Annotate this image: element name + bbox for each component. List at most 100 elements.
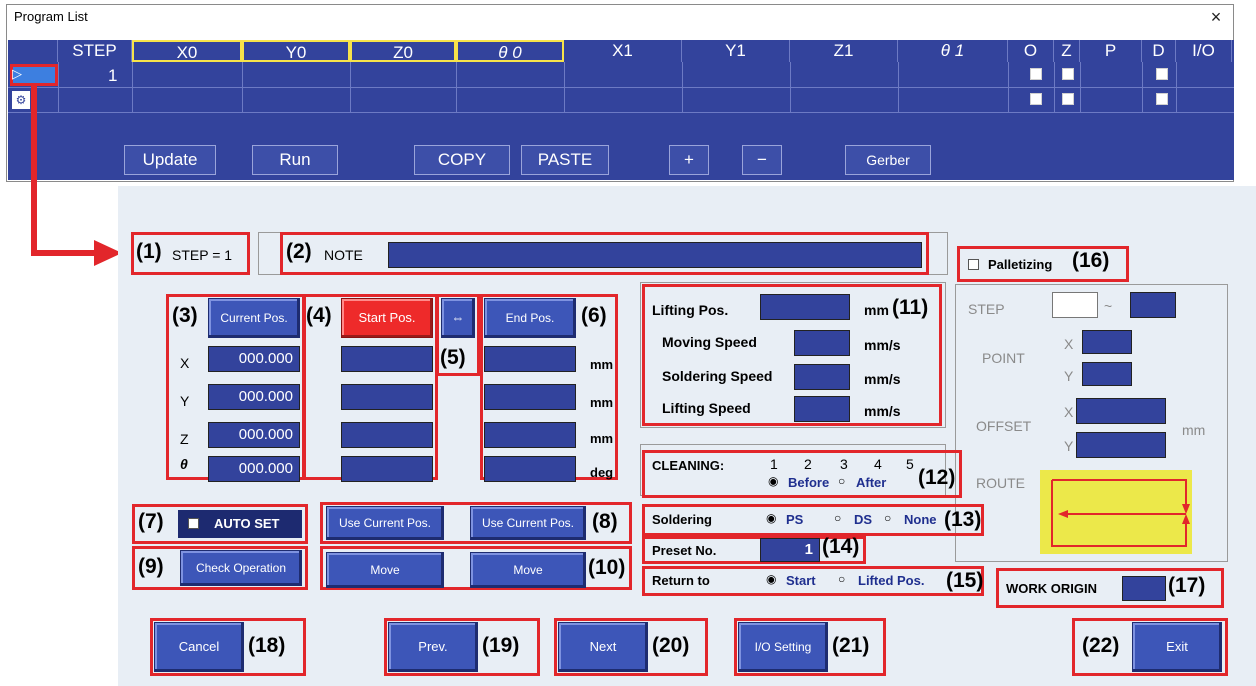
auto-set-checkbox[interactable] (188, 518, 199, 529)
lifting-pos-unit: mm (864, 302, 889, 318)
row-1-o-checkbox[interactable] (1030, 68, 1042, 80)
col-d[interactable]: D (1142, 40, 1176, 62)
pal-step-to-input[interactable] (1130, 292, 1176, 318)
close-icon[interactable]: × (1206, 7, 1226, 27)
cleaning-before-label: Before (788, 475, 830, 490)
add-step-button[interactable]: + (669, 145, 709, 175)
paste-button[interactable]: PASTE (521, 145, 609, 175)
return-lifted-label: Lifted Pos. (858, 573, 925, 588)
preset-input[interactable]: 1 (760, 538, 820, 562)
end-theta-input[interactable] (484, 456, 576, 482)
cleaning-num-1[interactable]: 1 (770, 456, 778, 472)
pal-point-y-input[interactable] (1082, 362, 1132, 386)
current-y-value: 000.000 (208, 384, 300, 410)
start-pos-button[interactable]: Start Pos. (341, 298, 433, 338)
row-divider (8, 87, 1234, 88)
moving-speed-input[interactable] (794, 330, 850, 356)
palletizing-checkbox[interactable] (968, 259, 979, 270)
check-operation-button[interactable]: Check Operation (180, 550, 302, 586)
radio-before-icon[interactable]: ◉ (768, 474, 778, 488)
col-divider (1176, 62, 1177, 112)
cleaning-label: CLEANING: (652, 458, 725, 473)
row-2-z-checkbox[interactable] (1062, 93, 1074, 105)
start-z-input[interactable] (341, 422, 433, 448)
col-theta1[interactable]: θ 1 (898, 40, 1008, 62)
remove-step-button[interactable]: − (742, 145, 782, 175)
callout-12: (12) (918, 466, 956, 489)
copy-button[interactable]: COPY (414, 145, 510, 175)
current-pos-button[interactable]: Current Pos. (208, 298, 300, 338)
col-io[interactable]: I/O (1176, 40, 1232, 62)
radio-start-icon[interactable]: ◉ (766, 572, 776, 586)
row-1-d-checkbox[interactable] (1156, 68, 1168, 80)
start-y-input[interactable] (341, 384, 433, 410)
end-x-input[interactable] (484, 346, 576, 372)
current-z-value: 000.000 (208, 422, 300, 448)
soldering-speed-input[interactable] (794, 364, 850, 390)
pal-offset-x-input[interactable] (1076, 398, 1166, 424)
pal-step-from-input[interactable] (1052, 292, 1098, 318)
soldering-speed-label: Soldering Speed (662, 368, 773, 384)
cleaning-num-4[interactable]: 4 (874, 456, 882, 472)
col-x1[interactable]: X1 (564, 40, 682, 62)
end-pos-button[interactable]: End Pos. (484, 298, 576, 338)
route-zigzag-icon (1051, 479, 1190, 547)
swap-button[interactable]: ⇔ (441, 298, 475, 338)
io-setting-button[interactable]: I/O Setting (738, 622, 828, 672)
radio-lifted-icon[interactable]: ○ (838, 572, 845, 586)
callout-18: (18) (248, 634, 286, 657)
soldering-speed-unit: mm/s (864, 371, 901, 387)
pal-offset-y-input[interactable] (1076, 432, 1166, 458)
col-o[interactable]: O (1008, 40, 1054, 62)
lifting-speed-input[interactable] (794, 396, 850, 422)
radio-ds-icon[interactable]: ○ (834, 511, 841, 525)
pal-offset-unit: mm (1182, 422, 1206, 438)
prev-button[interactable]: Prev. (388, 622, 478, 672)
col-z[interactable]: Z (1054, 40, 1080, 62)
soldering-none-label: None (904, 512, 937, 527)
col-theta0[interactable]: θ 0 (456, 40, 564, 62)
col-p[interactable]: P (1080, 40, 1142, 62)
cleaning-num-5[interactable]: 5 (906, 456, 914, 472)
row-1-z-checkbox[interactable] (1062, 68, 1074, 80)
row-2-d-checkbox[interactable] (1156, 93, 1168, 105)
return-to-label: Return to (652, 573, 710, 588)
col-x0[interactable]: X0 (132, 40, 242, 62)
move-end-button[interactable]: Move (470, 552, 586, 588)
route-selector[interactable] (1040, 470, 1192, 554)
start-theta-input[interactable] (341, 456, 433, 482)
col-y1[interactable]: Y1 (682, 40, 790, 62)
radio-ps-icon[interactable]: ◉ (766, 511, 776, 525)
col-divider (1142, 62, 1143, 112)
work-origin-input[interactable] (1122, 576, 1166, 601)
move-start-button[interactable]: Move (326, 552, 444, 588)
start-x-input[interactable] (341, 346, 433, 372)
unit-z: mm (590, 431, 614, 446)
radio-none-icon[interactable]: ○ (884, 511, 891, 525)
pal-offset-y-label: Y (1064, 438, 1074, 454)
next-button[interactable]: Next (558, 622, 648, 672)
gerber-button[interactable]: Gerber (845, 145, 931, 175)
col-y0[interactable]: Y0 (242, 40, 350, 62)
current-theta-value: 000.000 (208, 456, 300, 482)
run-button[interactable]: Run (252, 145, 338, 175)
lifting-pos-input[interactable] (760, 294, 850, 320)
cleaning-num-2[interactable]: 2 (804, 456, 812, 472)
callout-13: (13) (944, 508, 982, 531)
cleaning-num-3[interactable]: 3 (840, 456, 848, 472)
col-z0[interactable]: Z0 (350, 40, 456, 62)
radio-after-icon[interactable]: ○ (838, 474, 845, 488)
use-current-pos-start-button[interactable]: Use Current Pos. (326, 506, 444, 540)
end-y-input[interactable] (484, 384, 576, 410)
use-current-pos-end-button[interactable]: Use Current Pos. (470, 506, 586, 540)
axis-z-label: Z (180, 431, 189, 447)
end-z-input[interactable] (484, 422, 576, 448)
cancel-button[interactable]: Cancel (154, 622, 244, 672)
pal-point-x-input[interactable] (1082, 330, 1132, 354)
callout-3: (3) (172, 304, 198, 327)
col-divider (242, 62, 243, 112)
col-z1[interactable]: Z1 (790, 40, 898, 62)
exit-button[interactable]: Exit (1132, 622, 1222, 672)
note-input[interactable] (388, 242, 922, 268)
row-2-o-checkbox[interactable] (1030, 93, 1042, 105)
